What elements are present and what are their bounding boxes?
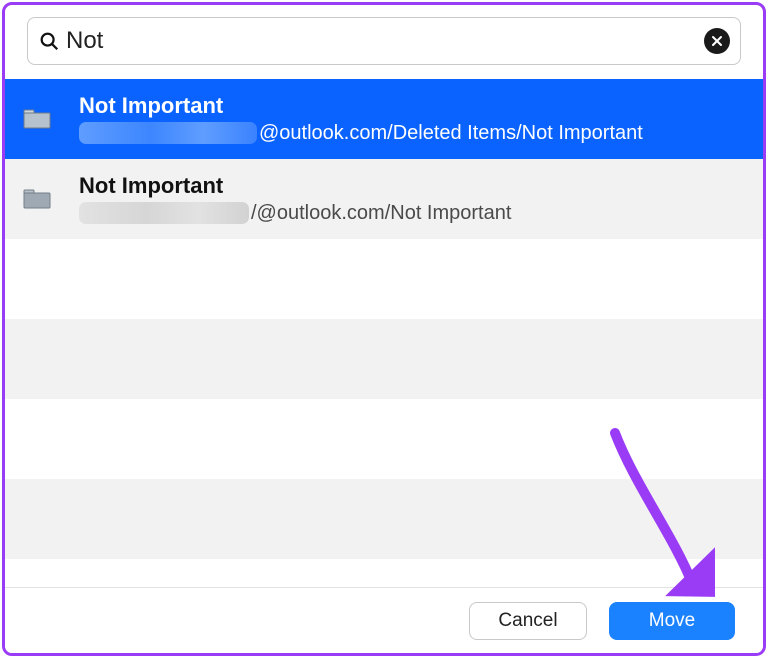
clear-search-button[interactable] (704, 28, 730, 54)
move-button[interactable]: Move (609, 602, 735, 640)
list-row-empty (5, 319, 763, 399)
folder-name: Not Important (79, 93, 747, 119)
dialog-frame: Not Important @outlook.com/Deleted Items… (2, 2, 766, 656)
folder-result-list: Not Important @outlook.com/Deleted Items… (5, 79, 763, 559)
search-box[interactable] (27, 17, 741, 65)
redacted-account-name (79, 202, 249, 224)
folder-icon (23, 108, 51, 130)
folder-path-line: @outlook.com/Deleted Items/Not Important (79, 122, 747, 145)
redacted-account-name (79, 122, 257, 144)
cancel-button[interactable]: Cancel (469, 602, 587, 640)
search-input[interactable] (66, 27, 704, 55)
search-bar-container (5, 5, 763, 79)
folder-result-text: Not Important /@outlook.com/Not Importan… (79, 173, 747, 224)
close-icon (711, 35, 723, 47)
folder-path: @outlook.com/Deleted Items/Not Important (259, 122, 643, 145)
folder-result-item[interactable]: Not Important /@outlook.com/Not Importan… (5, 159, 763, 239)
folder-result-text: Not Important @outlook.com/Deleted Items… (79, 93, 747, 144)
folder-icon (23, 188, 51, 210)
dialog-footer: Cancel Move (5, 587, 763, 653)
folder-path-line: /@outlook.com/Not Important (79, 202, 747, 225)
folder-result-item[interactable]: Not Important @outlook.com/Deleted Items… (5, 79, 763, 159)
search-icon (38, 30, 60, 52)
folder-path: /@outlook.com/Not Important (251, 202, 511, 225)
list-row-empty (5, 479, 763, 559)
list-row-empty (5, 399, 763, 479)
list-row-empty (5, 239, 763, 319)
folder-name: Not Important (79, 173, 747, 199)
